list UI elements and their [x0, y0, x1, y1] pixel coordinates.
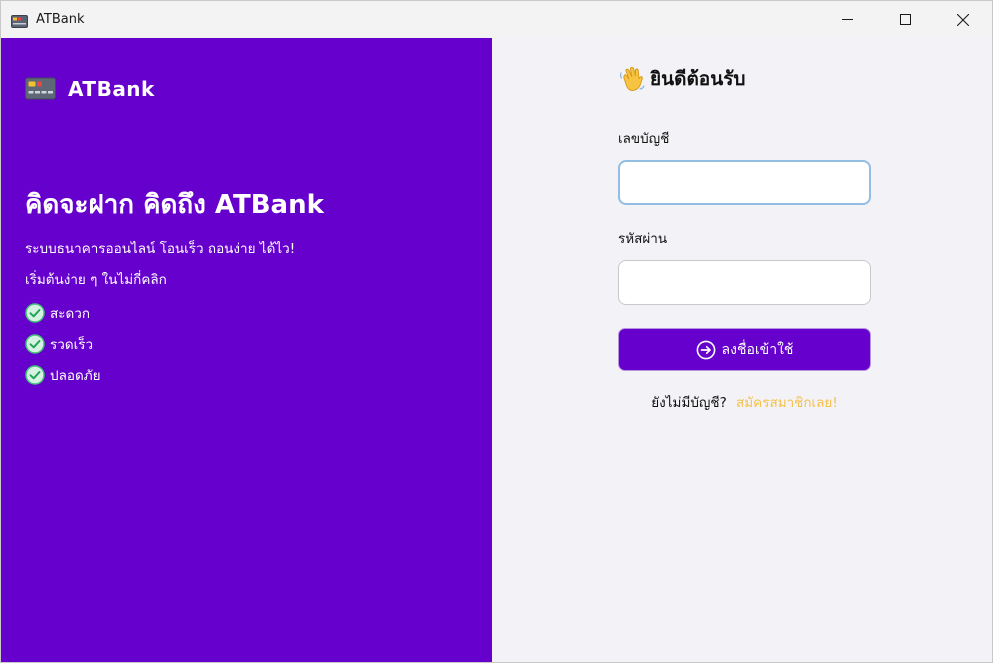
- close-button[interactable]: [934, 1, 992, 38]
- window-controls: [818, 1, 992, 38]
- signup-link[interactable]: สมัครสมาชิกเลย!: [736, 395, 838, 411]
- login-panel: ยินดีต้อนรับ เลขบัญชี รหัสผ่าน ลงชื่อเข้…: [492, 38, 992, 662]
- login-button-label: ลงชื่อเข้าใช้: [721, 341, 794, 358]
- welcome-text: ยินดีต้อนรับ: [650, 68, 746, 90]
- arrow-right-circle-icon: [696, 340, 716, 360]
- window-title: ATBank: [36, 12, 85, 27]
- password-label: รหัสผ่าน: [618, 231, 668, 247]
- credit-card-icon: [11, 13, 28, 28]
- login-button[interactable]: ลงชื่อเข้าใช้: [618, 328, 871, 371]
- feature-item: รวดเร็ว: [25, 328, 101, 359]
- check-mark-icon: [25, 302, 45, 323]
- tagline-secondary: เริ่มต้นง่าย ๆ ในไม่กี่คลิก: [25, 272, 167, 288]
- check-mark-icon: [25, 333, 45, 354]
- account-number-input[interactable]: [618, 160, 871, 205]
- brand: ATBank: [25, 77, 155, 101]
- app-window: ATBank ATBank คิดจะฝาก คิดถึง ATBank ระบ…: [0, 0, 993, 663]
- promo-panel: ATBank คิดจะฝาก คิดถึง ATBank ระบบธนาคาร…: [1, 38, 492, 662]
- headline: คิดจะฝาก คิดถึง ATBank: [25, 190, 324, 220]
- credit-card-icon: [25, 77, 56, 101]
- minimize-button[interactable]: [818, 1, 876, 38]
- title-bar[interactable]: ATBank: [1, 1, 992, 38]
- password-input[interactable]: [618, 260, 871, 305]
- feature-label: สะดวก: [50, 305, 91, 322]
- welcome-heading: ยินดีต้อนรับ: [618, 64, 745, 94]
- brand-name: ATBank: [68, 77, 155, 101]
- feature-list: สะดวก รวดเร็ว ปลอดภัย: [25, 297, 101, 390]
- check-mark-icon: [25, 364, 45, 385]
- tagline: ระบบธนาคารออนไลน์ โอนเร็ว ถอนง่าย ได้ไว!: [25, 241, 296, 257]
- feature-item: ปลอดภัย: [25, 359, 101, 390]
- feature-item: สะดวก: [25, 297, 101, 328]
- signup-prompt: ยังไม่มีบัญชี?: [651, 395, 727, 411]
- signup-row: ยังไม่มีบัญชี? สมัครสมาชิกเลย!: [618, 391, 871, 413]
- feature-label: ปลอดภัย: [50, 367, 101, 384]
- feature-label: รวดเร็ว: [50, 336, 94, 353]
- maximize-icon: [899, 14, 911, 25]
- close-icon: [957, 13, 969, 26]
- minimize-icon: [841, 14, 853, 25]
- maximize-button[interactable]: [876, 1, 934, 38]
- account-number-label: เลขบัญชี: [618, 131, 670, 147]
- waving-hand-icon: [618, 65, 646, 93]
